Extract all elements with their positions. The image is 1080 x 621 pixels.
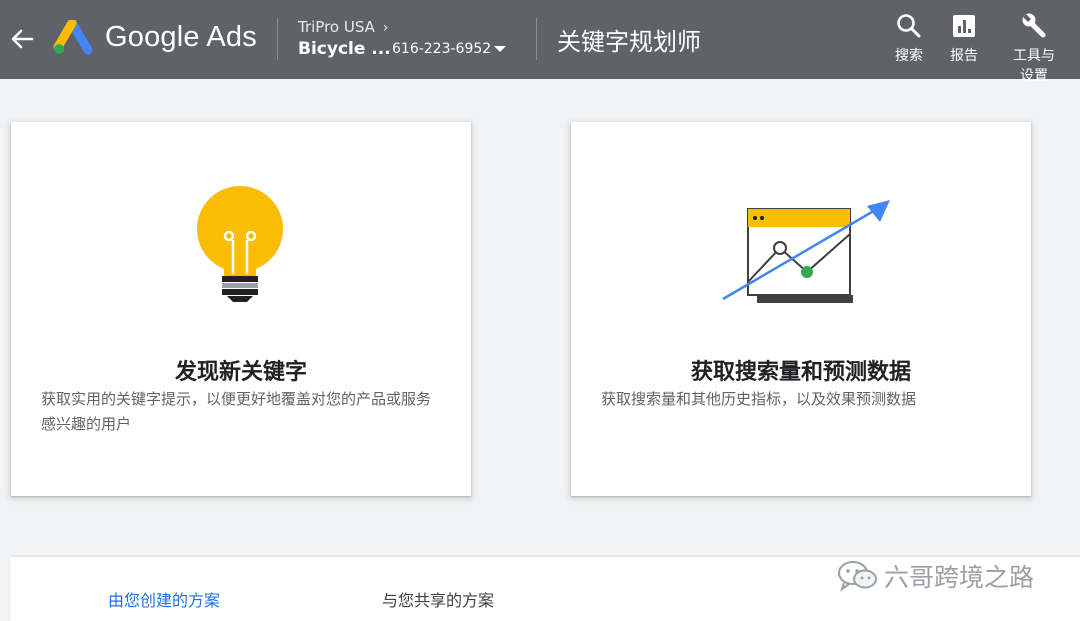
- account-parent-label: TriPro USA: [298, 18, 375, 36]
- tools-settings-label: 工具与设置: [1013, 48, 1055, 84]
- card-title: 获取搜索量和预测数据: [690, 360, 911, 385]
- brand-name: Google Ads: [105, 21, 257, 53]
- lightbulb-icon: [197, 186, 283, 302]
- tab-shared-plans[interactable]: 与您共享的方案: [382, 587, 494, 611]
- bar-chart-icon: [953, 15, 975, 37]
- reports-button[interactable]: 报告: [946, 12, 982, 66]
- wechat-icon: [838, 561, 877, 592]
- header-divider: [536, 18, 537, 60]
- chevron-right-icon: ›: [382, 20, 389, 36]
- search-icon: [897, 14, 921, 38]
- card-title: 发现新关键字: [174, 360, 307, 385]
- tab-my-plans[interactable]: 由您创建的方案: [108, 587, 220, 611]
- tools-settings-button[interactable]: 工具与设置: [1010, 12, 1058, 86]
- back-arrow-icon[interactable]: [8, 22, 36, 56]
- google-ads-logo-icon: [53, 20, 92, 55]
- search-label: 搜索: [895, 48, 923, 64]
- card-description: 获取实用的关键字提示，以便更好地覆盖对您的产品或服务感兴趣的用户: [41, 390, 432, 433]
- forecast-card[interactable]: 获取搜索量和预测数据 获取搜索量和其他历史指标，以及效果预测数据: [571, 122, 1031, 496]
- card-description: 获取搜索量和其他历史指标，以及效果预测数据: [601, 390, 917, 408]
- account-name[interactable]: Bicycle ...: [298, 39, 391, 59]
- top-app-bar: Google Ads TriPro USA › Bicycle ... 616-2…: [0, 0, 1080, 84]
- account-parent-link[interactable]: TriPro USA ›: [298, 18, 389, 36]
- account-id: 616-223-6952: [392, 41, 492, 57]
- reports-label: 报告: [950, 48, 978, 64]
- account-dropdown-icon[interactable]: [494, 46, 506, 52]
- watermark-text: 六哥跨境之路: [884, 563, 1035, 592]
- header-divider: [277, 18, 278, 60]
- forecast-chart-icon: [722, 200, 890, 303]
- wrench-icon: [1022, 13, 1046, 38]
- discover-keywords-card[interactable]: 发现新关键字 获取实用的关键字提示，以便更好地覆盖对您的产品或服务感兴趣的用户: [11, 122, 471, 496]
- page-title: 关键字规划师: [557, 28, 701, 56]
- search-button[interactable]: 搜索: [892, 12, 926, 66]
